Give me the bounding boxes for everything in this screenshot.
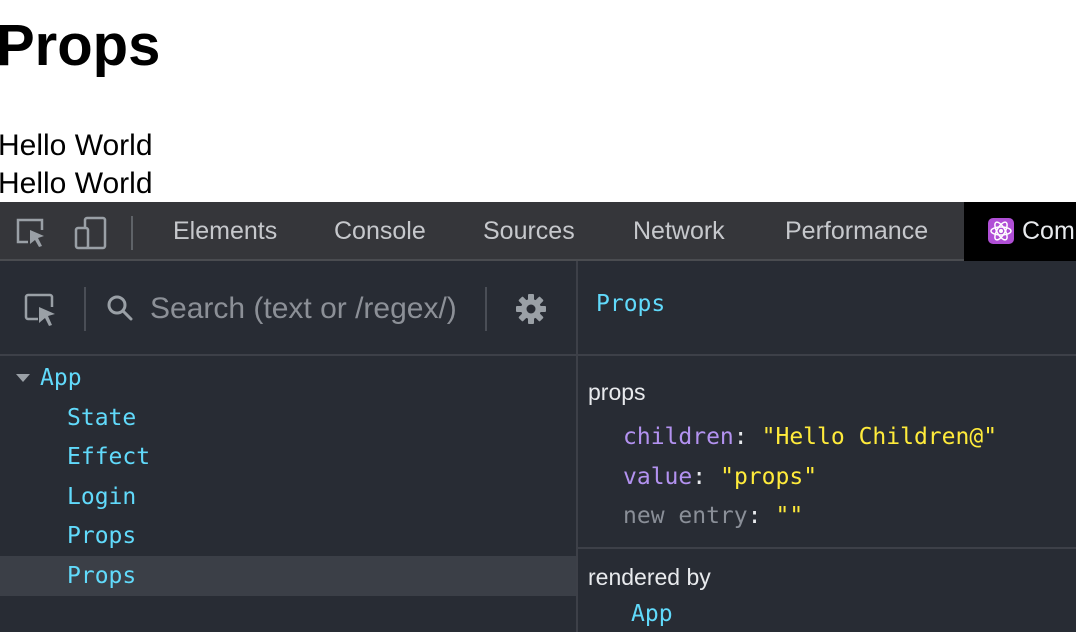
prop-row-children[interactable]: children: "Hello Children@": [623, 419, 997, 455]
section-divider: [578, 547, 1076, 549]
tree-item-login[interactable]: Login: [0, 477, 576, 517]
prop-key: value: [623, 464, 693, 490]
component-tree-pane: App State Effect Login Props Props: [0, 261, 578, 632]
prop-row-value[interactable]: value: "props": [623, 459, 817, 495]
prop-colon: :: [733, 424, 748, 450]
select-component-icon[interactable]: [24, 293, 60, 334]
tab-sources[interactable]: Sources: [483, 202, 575, 261]
tree-item-label: App: [40, 365, 82, 391]
page-title: Props: [0, 13, 161, 78]
device-toolbar-icon[interactable]: [74, 216, 108, 250]
component-detail-pane: Props props children: "Hello Children@" v…: [578, 261, 1076, 632]
tree-item-label: State: [67, 405, 137, 431]
prop-value[interactable]: "": [775, 503, 803, 529]
gear-icon[interactable]: [515, 293, 547, 330]
expand-triangle-icon[interactable]: [16, 374, 30, 382]
tree-item-state[interactable]: State: [0, 398, 576, 438]
tab-console[interactable]: Console: [334, 202, 426, 261]
tree-toolbar: [0, 261, 576, 356]
tree-item-props[interactable]: Props: [0, 516, 576, 556]
rendered-by-owner[interactable]: App: [631, 601, 673, 627]
tree-item-effect[interactable]: Effect: [0, 437, 576, 477]
detail-header: Props: [578, 261, 1076, 356]
search-input[interactable]: [150, 285, 468, 333]
prop-row-new-entry[interactable]: new entry: "": [623, 498, 803, 534]
devtools-tabbar: Elements Console Sources Network Perform…: [0, 202, 1076, 261]
prop-key: children: [623, 424, 734, 450]
tree-item-props-selected[interactable]: Props: [0, 556, 576, 596]
toolbar-separator: [84, 287, 86, 331]
toolbar-separator: [485, 287, 487, 331]
tab-components-label: Com: [1022, 217, 1075, 245]
prop-colon: :: [747, 503, 762, 529]
prop-value[interactable]: "Hello Children@": [762, 424, 997, 450]
tree-item-label: Props: [67, 563, 137, 589]
rendered-by-title: rendered by: [588, 564, 711, 590]
prop-colon: :: [692, 464, 707, 490]
tree-item-app[interactable]: App: [0, 358, 576, 398]
prop-key[interactable]: new entry: [623, 503, 748, 529]
tree-item-label: Effect: [67, 444, 151, 470]
tab-separator: [131, 216, 133, 250]
hello-line-1: Hello World: [0, 129, 153, 162]
tab-performance[interactable]: Performance: [785, 202, 928, 261]
inspect-element-icon[interactable]: [16, 216, 50, 250]
tab-elements[interactable]: Elements: [173, 202, 277, 261]
tab-components[interactable]: Com: [964, 202, 1076, 261]
page-content: Props Hello World Hello World: [0, 0, 1076, 202]
react-logo-icon: [988, 207, 1014, 244]
devtools-panel: Elements Console Sources Network Perform…: [0, 202, 1076, 632]
hello-line-2: Hello World: [0, 167, 153, 200]
search-icon: [106, 294, 134, 327]
tree-item-label: Login: [67, 484, 137, 510]
tree-item-label: Props: [67, 523, 137, 549]
tab-network[interactable]: Network: [633, 202, 725, 261]
props-section-title: props: [588, 379, 646, 405]
selected-component-name: Props: [596, 291, 666, 317]
prop-value[interactable]: "props": [720, 464, 817, 490]
